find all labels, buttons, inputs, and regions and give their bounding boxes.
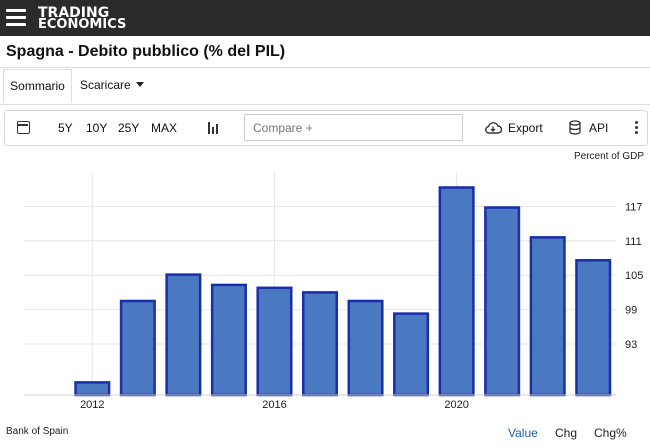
calendar-icon[interactable] (17, 121, 30, 134)
logo[interactable]: TRADING ECONOMICS (38, 6, 127, 32)
x-tick-label: 2016 (262, 399, 286, 411)
chart-type-icon[interactable] (208, 122, 220, 134)
chg-percent-toggle[interactable]: Chg% (594, 426, 627, 440)
bar (575, 259, 612, 397)
bar (165, 273, 202, 397)
api-button[interactable]: API (589, 121, 608, 135)
compare-input[interactable] (244, 114, 463, 141)
hamburger-menu-icon[interactable] (6, 9, 26, 27)
range-5y-button[interactable]: 5Y (58, 121, 73, 135)
cloud-download-icon[interactable] (484, 121, 502, 134)
bar (210, 283, 247, 397)
tab-download-label: Scaricare (80, 78, 131, 92)
tab-download[interactable]: Scaricare (80, 78, 144, 92)
bar (119, 299, 156, 397)
range-25y-button[interactable]: 25Y (118, 121, 139, 135)
bar (484, 206, 521, 397)
bar-chart: 93 99 105 111 117 2012 2016 2020 (24, 172, 643, 411)
divider (0, 104, 650, 105)
caret-down-icon (135, 82, 144, 87)
x-tick-label: 2020 (444, 399, 468, 411)
chart-toolbar: 5Y 10Y 25Y MAX Export API (4, 110, 648, 146)
y-tick-label: 105 (625, 270, 643, 282)
y-tick-label: 93 (625, 339, 637, 351)
bar (529, 236, 566, 397)
range-10y-button[interactable]: 10Y (86, 121, 107, 135)
logo-line2: ECONOMICS (38, 17, 127, 32)
export-button[interactable]: Export (508, 121, 543, 135)
database-icon[interactable] (569, 120, 581, 135)
chg-toggle[interactable]: Chg (555, 426, 577, 440)
y-tick-label: 117 (625, 201, 643, 213)
bar (393, 312, 430, 397)
value-toggle[interactable]: Value (508, 426, 538, 440)
more-options-icon[interactable] (635, 121, 639, 135)
bar (301, 291, 339, 397)
source-label: Bank of Spain (6, 426, 69, 437)
y-tick-label: 111 (625, 236, 642, 248)
bar (256, 286, 293, 397)
bar (74, 381, 111, 397)
unit-label: Percent of GDP (573, 151, 644, 162)
page-title: Spagna - Debito pubblico (% del PIL) (6, 43, 286, 60)
y-tick-label: 99 (625, 305, 637, 317)
tab-summary[interactable]: Sommario (3, 69, 72, 103)
range-max-button[interactable]: MAX (151, 121, 177, 135)
bar (347, 299, 384, 397)
tab-bar: Sommario Scaricare (0, 68, 650, 104)
bar (438, 186, 475, 397)
top-bar: TRADING ECONOMICS (0, 0, 650, 36)
x-tick-label: 2012 (80, 399, 104, 411)
